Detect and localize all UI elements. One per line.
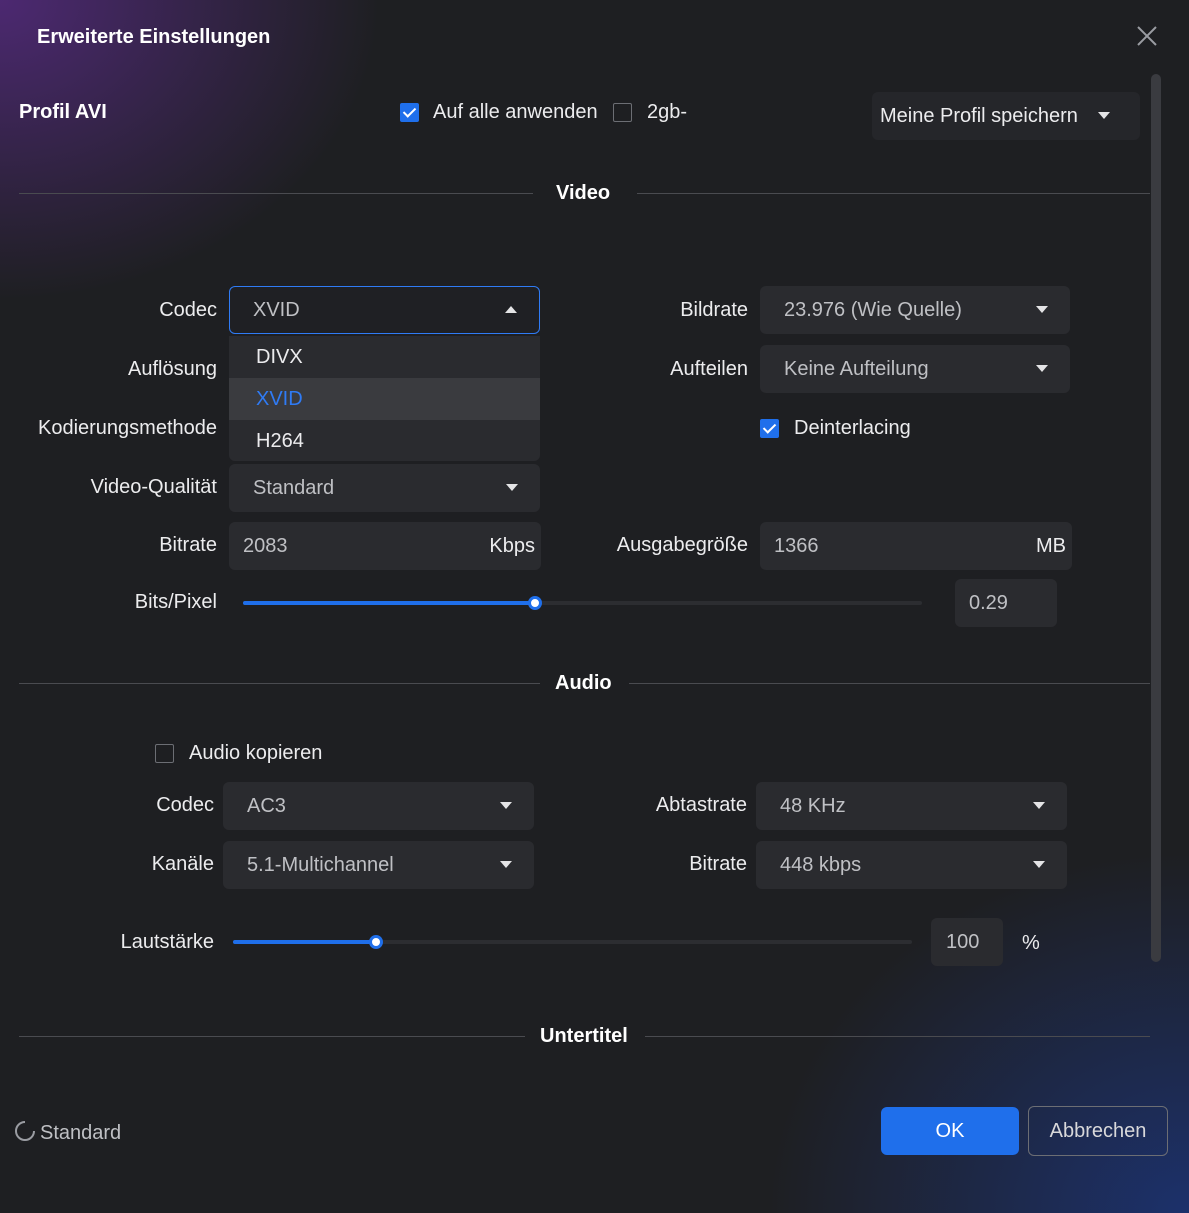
scrollbar-thumb[interactable]	[1151, 74, 1161, 962]
apply-all-checkbox[interactable]	[400, 103, 419, 122]
audio-bitrate-value: 448 kbps	[780, 854, 862, 876]
section-divider-left	[19, 1036, 525, 1037]
sample-rate-dropdown[interactable]: 48 KHz	[756, 782, 1067, 830]
volume-slider-fill	[233, 940, 376, 944]
video-codec-value: XVID	[253, 299, 300, 321]
codec-option-divx[interactable]: DIVX	[229, 336, 540, 378]
audio-codec-dropdown[interactable]: AC3	[223, 782, 534, 830]
audio-bitrate-label: Bitrate	[689, 853, 747, 875]
section-divider-left	[19, 683, 540, 684]
split-value: Keine Aufteilung	[784, 358, 929, 380]
channels-label: Kanäle	[151, 853, 214, 875]
subtitle-section-title: Untertitel	[540, 1025, 628, 1047]
checkbox-unchecked-icon	[613, 103, 632, 122]
split-dropdown[interactable]: Keine Aufteilung	[760, 345, 1070, 393]
reset-icon	[14, 1120, 36, 1148]
audio-bitrate-dropdown[interactable]: 448 kbps	[756, 841, 1067, 889]
deinterlacing-checkbox[interactable]	[760, 419, 779, 438]
split-2gb-label[interactable]: 2gb-	[647, 101, 687, 124]
section-divider-left	[19, 193, 533, 194]
caret-down-icon	[500, 861, 512, 868]
copy-audio-label[interactable]: Audio kopieren	[189, 742, 322, 765]
framerate-value: 23.976 (Wie Quelle)	[784, 299, 962, 321]
sample-rate-label: Abtastrate	[655, 794, 747, 816]
video-quality-value: Standard	[253, 477, 335, 499]
channels-value: 5.1-Multichannel	[247, 854, 394, 876]
volume-label: Lautstärke	[120, 931, 214, 953]
video-codec-label: Codec	[159, 299, 217, 321]
save-profile-dropdown[interactable]: Meine Profil speichern	[872, 92, 1140, 140]
codec-options-menu: DIVX XVID H264	[229, 336, 540, 461]
checkbox-checked-icon	[760, 419, 779, 438]
video-codec-dropdown[interactable]: XVID	[229, 286, 540, 334]
caret-down-icon	[1036, 306, 1048, 313]
section-divider-right	[637, 193, 1150, 194]
apply-all-label[interactable]: Auf alle anwenden	[433, 101, 598, 124]
resolution-label: Auflösung	[128, 358, 217, 380]
caret-down-icon	[1036, 365, 1048, 372]
caret-up-icon	[505, 306, 517, 313]
profile-label: Profil AVI	[19, 101, 107, 123]
close-icon[interactable]	[1133, 22, 1161, 50]
video-quality-dropdown[interactable]: Standard	[229, 464, 540, 512]
audio-codec-value: AC3	[247, 795, 286, 817]
dialog-title: Erweiterte Einstellungen	[37, 26, 271, 48]
section-divider-right	[645, 1036, 1150, 1037]
reset-standard-button[interactable]: Standard	[14, 1120, 121, 1148]
framerate-label: Bildrate	[680, 299, 748, 321]
ok-button[interactable]: OK	[881, 1107, 1019, 1155]
checkbox-unchecked-icon	[155, 744, 174, 763]
codec-option-h264[interactable]: H264	[229, 420, 540, 461]
bits-per-pixel-slider-fill	[243, 601, 535, 605]
split-2gb-checkbox[interactable]	[613, 103, 632, 122]
bits-per-pixel-value: 0.29	[969, 592, 1008, 614]
volume-unit: %	[1022, 932, 1040, 954]
encoding-method-label: Kodierungsmethode	[37, 417, 217, 439]
deinterlacing-label[interactable]: Deinterlacing	[794, 417, 911, 440]
codec-option-xvid[interactable]: XVID	[229, 378, 540, 420]
output-size-unit: MB	[1036, 535, 1066, 557]
video-bitrate-input[interactable]: 2083 Kbps	[229, 522, 541, 570]
video-section-title: Video	[556, 182, 611, 204]
caret-down-icon	[1033, 861, 1045, 868]
checkbox-checked-icon	[400, 103, 419, 122]
sample-rate-value: 48 KHz	[780, 795, 846, 817]
volume-value-box[interactable]: 100	[931, 918, 1003, 966]
video-bitrate-label: Bitrate	[159, 534, 217, 556]
bits-per-pixel-value-box[interactable]: 0.29	[955, 579, 1057, 627]
output-size-label: Ausgabegröße	[616, 534, 748, 556]
audio-section-title: Audio	[555, 672, 612, 694]
section-divider-right	[629, 683, 1150, 684]
output-size-value: 1366	[774, 535, 819, 557]
caret-down-icon	[1033, 802, 1045, 809]
copy-audio-checkbox[interactable]	[155, 744, 174, 763]
bits-per-pixel-slider-knob[interactable]	[528, 596, 542, 610]
caret-down-icon	[1098, 112, 1110, 119]
cancel-button[interactable]: Abbrechen	[1028, 1106, 1168, 1156]
caret-down-icon	[500, 802, 512, 809]
reset-label: Standard	[40, 1122, 122, 1144]
volume-slider-knob[interactable]	[369, 935, 383, 949]
audio-codec-label: Codec	[156, 794, 214, 816]
caret-down-icon	[506, 484, 518, 491]
split-label: Aufteilen	[670, 358, 748, 380]
framerate-dropdown[interactable]: 23.976 (Wie Quelle)	[760, 286, 1070, 334]
video-bitrate-value: 2083	[243, 535, 288, 557]
channels-dropdown[interactable]: 5.1-Multichannel	[223, 841, 534, 889]
save-profile-label: Meine Profil speichern	[880, 105, 1078, 127]
video-quality-label: Video-Qualität	[90, 476, 217, 498]
output-size-input[interactable]: 1366 MB	[760, 522, 1072, 570]
volume-value: 100	[946, 931, 980, 953]
video-bitrate-unit: Kbps	[489, 535, 535, 557]
bits-per-pixel-label: Bits/Pixel	[134, 591, 217, 613]
